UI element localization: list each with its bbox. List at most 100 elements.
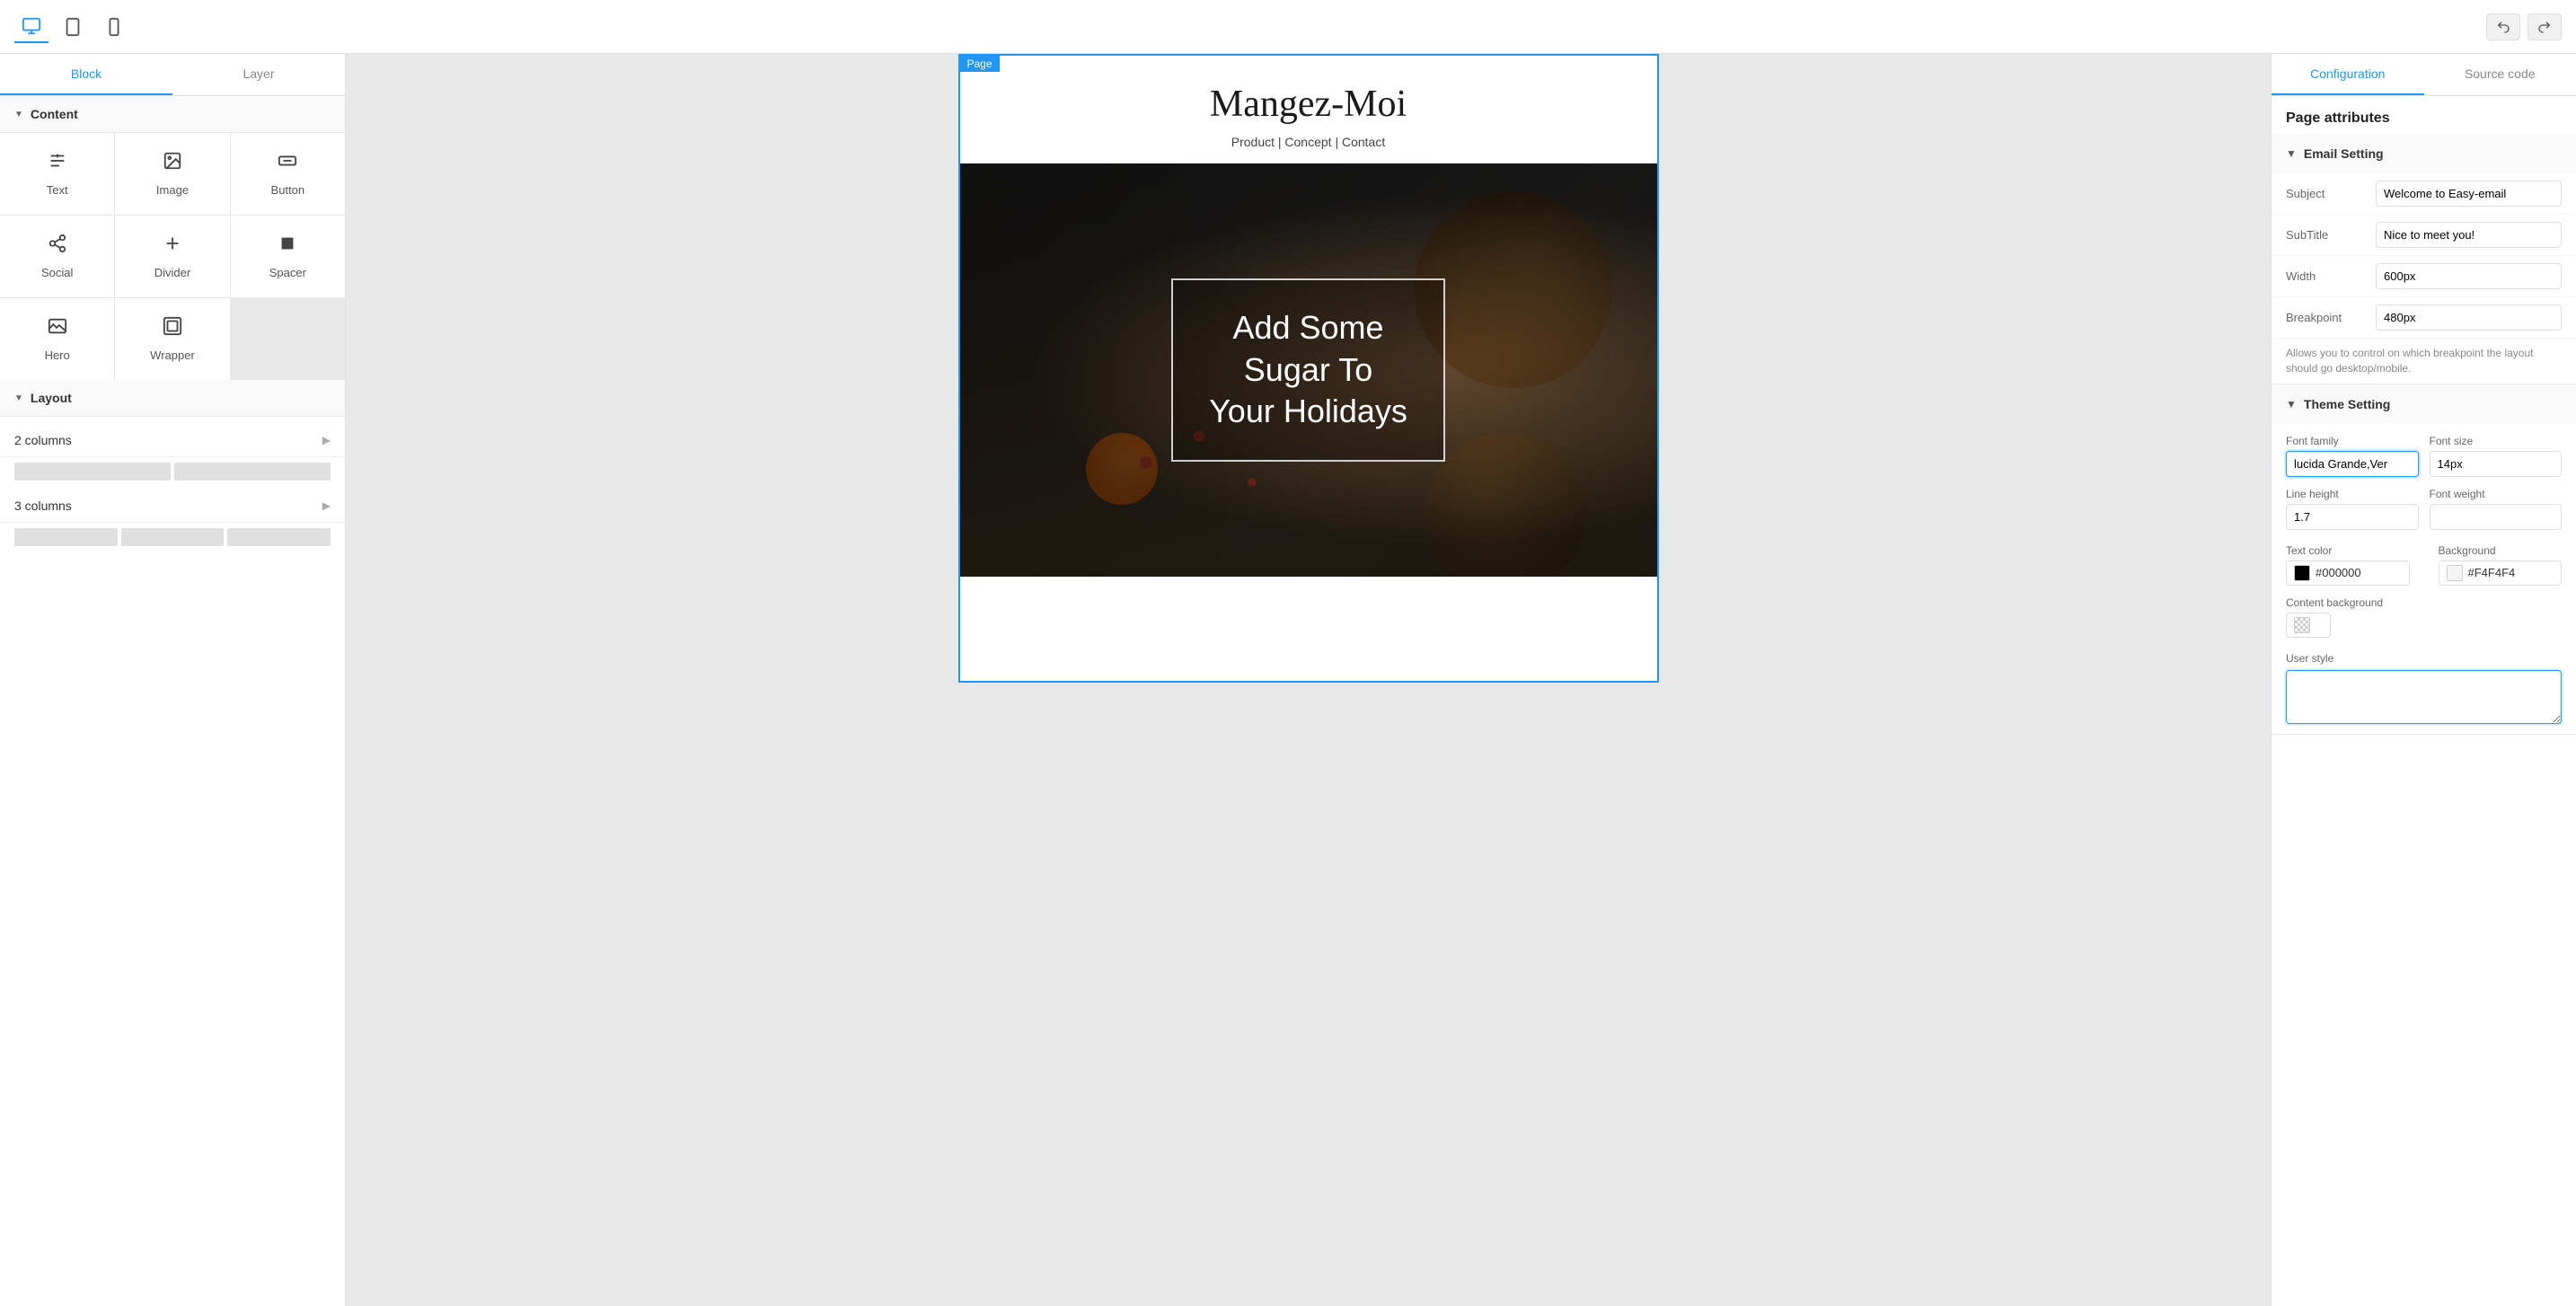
background-label: Background <box>2439 544 2563 557</box>
block-item-image[interactable]: Image <box>115 133 229 215</box>
email-header: Mangez-Moi Product | Concept | Contact <box>960 56 1657 163</box>
redo-button[interactable] <box>2527 13 2562 40</box>
layout-col <box>14 528 118 546</box>
content-bg-swatch <box>2294 617 2310 633</box>
color-row: Text color #000000 Background #F4F4F4 <box>2272 541 2576 593</box>
block-wrapper-label: Wrapper <box>150 349 195 362</box>
hero-line2: Sugar To <box>1244 351 1372 388</box>
font-size-field: Font size <box>2430 435 2563 477</box>
layout-col <box>121 528 225 546</box>
subtitle-label: SubTitle <box>2286 228 2376 242</box>
background-color-group: Background #F4F4F4 <box>2439 544 2563 586</box>
block-item-hero[interactable]: Hero <box>0 298 114 380</box>
tab-configuration[interactable]: Configuration <box>2272 54 2424 95</box>
block-text-label: Text <box>47 183 68 197</box>
block-divider-label: Divider <box>154 266 190 279</box>
line-height-field: Line height <box>2286 488 2419 530</box>
text-icon <box>48 151 67 176</box>
device-desktop-btn[interactable] <box>56 11 90 43</box>
content-bg-section: Content background <box>2272 593 2576 645</box>
layout-3col-label: 3 columns <box>14 499 72 513</box>
device-mobile-btn[interactable] <box>97 11 131 43</box>
breakpoint-input[interactable] <box>2376 304 2562 331</box>
subject-label: Subject <box>2286 187 2376 200</box>
layout-section-header[interactable]: ▼ Layout <box>0 380 345 417</box>
spacer-icon <box>278 234 297 259</box>
line-height-input[interactable] <box>2286 504 2419 530</box>
font-family-input[interactable] <box>2286 451 2419 477</box>
block-item-spacer[interactable]: Spacer <box>231 216 345 297</box>
hero-text: Add Some Sugar To Your Holidays <box>1209 307 1407 433</box>
email-nav: Product | Concept | Contact <box>978 135 1639 149</box>
user-style-label: User style <box>2286 652 2562 665</box>
text-color-group: Text color #000000 <box>2286 544 2410 586</box>
content-section-header[interactable]: ▼ Content <box>0 96 345 133</box>
tab-source-code[interactable]: Source code <box>2424 54 2576 95</box>
content-bg-input-wrap[interactable] <box>2286 613 2331 638</box>
device-switcher <box>14 11 131 43</box>
tab-layer[interactable]: Layer <box>172 54 345 95</box>
font-weight-field: Font weight <box>2430 488 2563 530</box>
block-item-social[interactable]: Social <box>0 216 114 297</box>
layout-2col-preview <box>0 463 345 490</box>
layout-2col-arrow: ▶ <box>322 434 331 446</box>
block-item-wrapper[interactable]: Wrapper <box>115 298 229 380</box>
block-spacer-label: Spacer <box>269 266 306 279</box>
layout-2col-item[interactable]: 2 columns ▶ <box>0 424 345 457</box>
theme-setting-section: ▼ Theme Setting Font family Font size Li… <box>2272 384 2576 735</box>
block-image-label: Image <box>156 183 189 197</box>
font-family-label: Font family <box>2286 435 2419 447</box>
device-preview-btn[interactable] <box>14 11 49 43</box>
text-color-swatch <box>2294 565 2310 581</box>
width-input[interactable] <box>2376 263 2562 289</box>
block-hero-label: Hero <box>45 349 70 362</box>
layout-items: 2 columns ▶ 3 columns ▶ <box>0 417 345 562</box>
user-style-textarea[interactable] <box>2286 670 2562 724</box>
font-size-input[interactable] <box>2430 451 2563 477</box>
main-layout: Block Layer ▼ Content Text <box>0 54 2576 1306</box>
hero-text-box: Add Some Sugar To Your Holidays <box>1171 278 1445 462</box>
font-weight-label: Font weight <box>2430 488 2563 500</box>
width-row: Width <box>2272 256 2576 297</box>
user-style-section: User style <box>2272 645 2576 734</box>
background-color-swatch <box>2447 565 2463 581</box>
subtitle-input[interactable] <box>2376 222 2562 248</box>
layout-section-label: Layout <box>31 391 72 405</box>
background-color-input-wrap[interactable]: #F4F4F4 <box>2439 560 2563 586</box>
content-section-label: Content <box>31 107 78 121</box>
layout-3col-preview <box>0 528 345 555</box>
email-setting-chevron-icon: ▼ <box>2286 147 2297 160</box>
layout-2col-label: 2 columns <box>14 433 72 447</box>
theme-setting-header[interactable]: ▼ Theme Setting <box>2272 384 2576 424</box>
top-toolbar <box>0 0 2576 54</box>
hero-icon <box>48 316 67 341</box>
undo-redo-group <box>2486 13 2562 40</box>
right-panel-tabs: Configuration Source code <box>2272 54 2576 96</box>
email-hero: Add Some Sugar To Your Holidays <box>960 163 1657 577</box>
block-item-divider[interactable]: Divider <box>115 216 229 297</box>
block-item-button[interactable]: Button <box>231 133 345 215</box>
email-canvas: Page Mangez-Moi Product | Concept | Cont… <box>958 54 1659 683</box>
undo-button[interactable] <box>2486 13 2520 40</box>
layout-col <box>14 463 171 481</box>
font-weight-input[interactable] <box>2430 504 2563 530</box>
theme-setting-label: Theme Setting <box>2304 397 2390 411</box>
subject-input[interactable] <box>2376 181 2562 207</box>
font-family-field: Font family <box>2286 435 2419 477</box>
content-bg-label: Content background <box>2286 596 2562 609</box>
email-brand: Mangez-Moi <box>978 83 1639 126</box>
left-panel: Block Layer ▼ Content Text <box>0 54 346 1306</box>
tab-block[interactable]: Block <box>0 54 172 95</box>
page-attributes-title: Page attributes <box>2272 96 2576 134</box>
email-setting-label: Email Setting <box>2304 146 2384 161</box>
layout-3col-item[interactable]: 3 columns ▶ <box>0 490 345 523</box>
layout-col <box>174 463 331 481</box>
width-label: Width <box>2286 269 2376 283</box>
block-item-text[interactable]: Text <box>0 133 114 215</box>
block-grid: Text Image <box>0 133 345 380</box>
block-button-label: Button <box>271 183 305 197</box>
page-label: Page <box>960 56 1000 72</box>
subject-row: Subject <box>2272 173 2576 215</box>
text-color-input-wrap[interactable]: #000000 <box>2286 560 2410 586</box>
email-setting-header[interactable]: ▼ Email Setting <box>2272 134 2576 173</box>
